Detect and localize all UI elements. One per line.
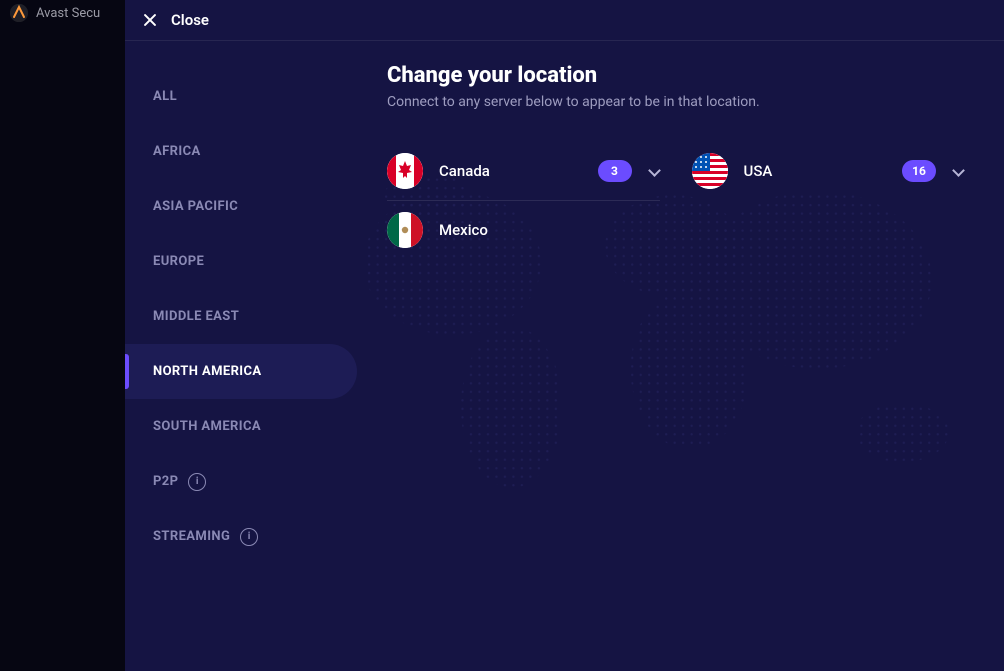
flag-icon-canada — [387, 153, 423, 189]
sidebar-item-all[interactable]: ALL — [125, 69, 357, 124]
flag-icon-mexico — [387, 212, 423, 248]
sidebar-item-label: STREAMING — [153, 529, 230, 544]
sidebar-item-label: AFRICA — [153, 144, 201, 159]
sidebar-item-africa[interactable]: AFRICA — [125, 124, 357, 179]
location-name: USA — [744, 162, 887, 180]
sidebar-item-streaming[interactable]: STREAMING i — [125, 509, 357, 564]
server-count-badge: 16 — [902, 160, 936, 182]
chevron-down-icon[interactable] — [648, 165, 660, 177]
location-grid: Canada 3 USA 16 — [387, 142, 964, 259]
server-count-badge: 3 — [598, 160, 632, 182]
sidebar-item-label: ALL — [153, 89, 177, 104]
app-title: Avast Secu — [36, 6, 100, 21]
app-logo-icon — [10, 4, 28, 22]
panel-header: Close — [125, 0, 1004, 41]
sidebar-item-label: SOUTH AMERICA — [153, 419, 261, 434]
info-icon[interactable]: i — [188, 473, 206, 491]
flag-icon-usa — [692, 153, 728, 189]
sidebar-item-middle-east[interactable]: MIDDLE EAST — [125, 289, 357, 344]
location-name: Mexico — [439, 221, 660, 239]
location-row-canada[interactable]: Canada 3 — [387, 142, 660, 201]
chevron-down-icon[interactable] — [952, 165, 964, 177]
close-button[interactable]: Close — [171, 11, 209, 29]
sidebar-item-north-america[interactable]: NORTH AMERICA — [125, 344, 357, 399]
close-icon[interactable] — [143, 13, 157, 27]
sidebar-item-p2p[interactable]: P2P i — [125, 454, 357, 509]
main-content: Change your location Connect to any serv… — [357, 41, 1004, 671]
app-titlebar: Avast Secu — [0, 0, 100, 26]
sidebar-item-label: EUROPE — [153, 254, 204, 269]
sidebar-item-south-america[interactable]: SOUTH AMERICA — [125, 399, 357, 454]
sidebar-item-label: MIDDLE EAST — [153, 309, 239, 324]
location-name: Canada — [439, 162, 582, 180]
region-sidebar: ALL AFRICA ASIA PACIFIC EUROPE MIDDLE EA… — [125, 41, 357, 671]
location-row-mexico[interactable]: Mexico — [387, 201, 660, 259]
sidebar-item-europe[interactable]: EUROPE — [125, 234, 357, 289]
sidebar-item-asia-pacific[interactable]: ASIA PACIFIC — [125, 179, 357, 234]
sidebar-item-label: P2P — [153, 474, 178, 489]
page-title: Change your location — [387, 63, 964, 88]
location-panel: Close ALL AFRICA — [125, 0, 1004, 671]
page-subtitle: Connect to any server below to appear to… — [387, 94, 964, 110]
sidebar-item-label: ASIA PACIFIC — [153, 199, 238, 214]
info-icon[interactable]: i — [240, 528, 258, 546]
location-row-usa[interactable]: USA 16 — [692, 142, 965, 200]
sidebar-item-label: NORTH AMERICA — [153, 364, 262, 379]
